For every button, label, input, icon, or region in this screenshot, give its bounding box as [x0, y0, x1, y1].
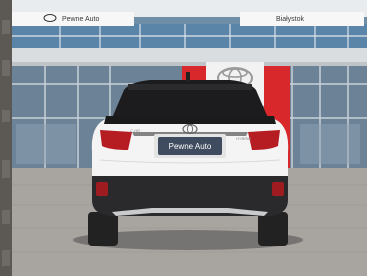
car-photo: Pewne Auto Białystok Pewne Auto C-HR HYB… — [0, 0, 367, 276]
license-plate-text: Pewne Auto — [169, 142, 212, 151]
dealer-sign-right: Białystok — [240, 12, 364, 26]
dealer-sign-left-text: Pewne Auto — [62, 16, 99, 23]
license-plate: Pewne Auto — [158, 137, 222, 155]
dealer-sign-right-text: Białystok — [276, 16, 305, 23]
dealer-sign-left: Pewne Auto — [12, 12, 134, 26]
model-badge: C-HR — [130, 128, 140, 133]
hybrid-badge: HYBRID — [236, 136, 251, 141]
